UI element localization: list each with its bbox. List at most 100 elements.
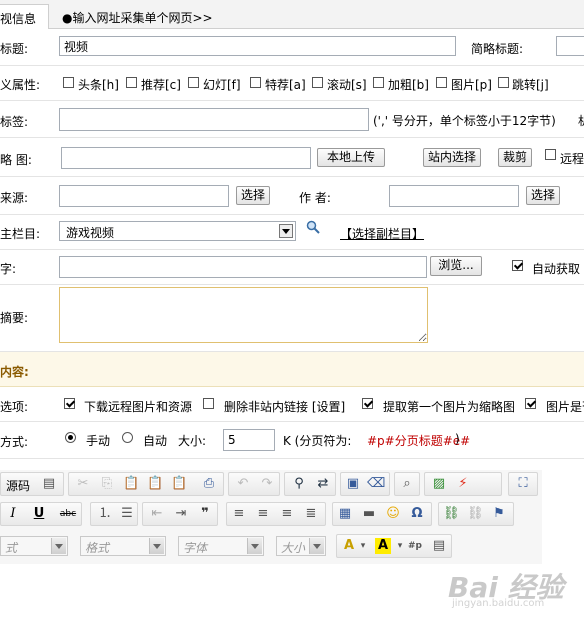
eraser-icon[interactable]: ⌫: [367, 476, 385, 492]
column-dropdown-arrow[interactable]: [279, 224, 293, 238]
copy-icon[interactable]: ⎘: [99, 476, 115, 492]
special-char-icon[interactable]: Ω: [409, 506, 425, 522]
remote-label: 远程: [560, 152, 584, 166]
align-right-icon[interactable]: ≡: [279, 506, 295, 522]
paste-word-icon[interactable]: 📋: [171, 476, 187, 492]
italic-icon[interactable]: I: [5, 506, 21, 522]
thumbnail-input[interactable]: [61, 147, 311, 169]
author-input[interactable]: [389, 185, 519, 207]
source-label: 来源:: [0, 191, 29, 205]
column-row: 主栏目: 游戏视频 【选择副栏目】: [0, 215, 584, 250]
source-input[interactable]: [59, 185, 229, 207]
numbered-list-icon[interactable]: ⒈: [97, 506, 113, 522]
paging-label: 方式:: [0, 435, 29, 449]
flag-slide-checkbox[interactable]: [188, 77, 199, 88]
image-icon[interactable]: ▨: [431, 476, 447, 492]
source-button[interactable]: 源码: [6, 477, 30, 494]
toolbar-group-insert: ▦ ▬ ☺ Ω: [332, 502, 432, 526]
chevron-down-icon[interactable]: ▾: [355, 538, 371, 554]
content-label: 内容:: [0, 365, 29, 379]
paging-manual-radio[interactable]: [65, 432, 76, 443]
table-icon[interactable]: ▦: [337, 506, 353, 522]
image-option-label: 图片是否: [546, 400, 584, 414]
flag-scroll-checkbox[interactable]: [312, 77, 323, 88]
download-remote-checkbox[interactable]: [64, 398, 75, 409]
maximize-icon[interactable]: ⛶: [515, 476, 531, 492]
chevron-down-icon: [282, 229, 290, 234]
toolbar-group-clipboard: ✂ ⎘ 📋 📋 📋 ⎙: [68, 472, 224, 496]
cut-icon[interactable]: ✂: [75, 476, 91, 492]
short-title-input[interactable]: [556, 36, 584, 56]
align-left-icon[interactable]: ≡: [231, 506, 247, 522]
image-option-checkbox[interactable]: [525, 398, 536, 409]
attribute-label: 义属性:: [0, 78, 41, 92]
auto-get-checkbox[interactable]: [512, 260, 523, 271]
paging-size-input[interactable]: [223, 429, 275, 451]
local-upload-button[interactable]: 本地上传: [317, 148, 385, 167]
flag-special-checkbox[interactable]: [250, 77, 261, 88]
remote-checkbox[interactable]: [545, 149, 556, 160]
align-justify-icon[interactable]: ≣: [303, 506, 319, 522]
flag-bold-checkbox[interactable]: [373, 77, 384, 88]
page-break-icon[interactable]: #p: [405, 538, 425, 554]
tab-video-info-label: 视信息: [0, 12, 37, 26]
browse-button[interactable]: 浏览...: [430, 256, 482, 276]
link-icon[interactable]: ⛓: [443, 506, 460, 522]
tags-input[interactable]: [59, 108, 369, 131]
outdent-icon[interactable]: ⇤: [149, 506, 165, 522]
redo-icon[interactable]: ↷: [259, 476, 275, 492]
size-dropdown[interactable]: 大小: [276, 536, 326, 556]
search-icon[interactable]: [306, 220, 320, 234]
keyword-input[interactable]: [59, 256, 427, 278]
template-icon[interactable]: ▤: [41, 476, 57, 492]
bg-color-icon[interactable]: A: [375, 538, 391, 554]
code-icon[interactable]: ▤: [431, 538, 447, 554]
source-select-button[interactable]: 选择: [236, 186, 270, 205]
unlink-icon[interactable]: ⛓: [467, 506, 484, 522]
remove-links-checkbox[interactable]: [203, 398, 214, 409]
smiley-icon[interactable]: ☺: [385, 506, 401, 522]
toolbar-group-colors: A ▾ A ▾ #p ▤: [336, 534, 452, 558]
bullet-list-icon[interactable]: ☰: [119, 506, 135, 522]
size-placeholder: 大小: [281, 541, 306, 555]
flash-icon[interactable]: ⚡: [455, 476, 471, 492]
preview-icon[interactable]: ⌕: [399, 476, 415, 492]
paste-text-icon[interactable]: 📋: [147, 476, 163, 492]
baidu-watermark-url: jingyan.baidu.com: [452, 598, 545, 609]
undo-icon[interactable]: ↶: [235, 476, 251, 492]
indent-icon[interactable]: ⇥: [173, 506, 189, 522]
horizontal-rule-icon[interactable]: ▬: [361, 506, 377, 522]
tab-collect-url[interactable]: ●输入网址采集单个网页>>: [62, 9, 213, 26]
paste-icon[interactable]: 📋: [123, 476, 139, 492]
style-placeholder: 式: [5, 541, 18, 555]
author-select-button[interactable]: 选择: [526, 186, 560, 205]
select-all-icon[interactable]: ▣: [345, 476, 361, 492]
title-input[interactable]: [59, 36, 456, 56]
flag-recommend-checkbox[interactable]: [126, 77, 137, 88]
tab-video-info[interactable]: 视信息: [0, 4, 49, 29]
anchor-flag-icon[interactable]: ⚑: [491, 506, 507, 522]
keyword-label: 字:: [0, 262, 17, 276]
find-icon[interactable]: ⚲: [291, 476, 307, 492]
blockquote-icon[interactable]: ❞: [197, 506, 213, 522]
paging-auto-radio[interactable]: [122, 432, 133, 443]
strike-icon[interactable]: abc: [57, 506, 79, 522]
flag-picture-checkbox[interactable]: [436, 77, 447, 88]
flag-jump-checkbox[interactable]: [498, 77, 509, 88]
summary-textarea[interactable]: [59, 287, 428, 343]
replace-icon[interactable]: ⇄: [315, 476, 331, 492]
summary-row: 摘要:: [0, 285, 584, 352]
column-select[interactable]: 游戏视频: [59, 221, 296, 241]
font-dropdown[interactable]: 字体: [178, 536, 264, 556]
style-dropdown[interactable]: 式: [0, 536, 68, 556]
format-dropdown[interactable]: 格式: [80, 536, 166, 556]
site-select-button[interactable]: 站内选择: [423, 148, 481, 167]
print-icon[interactable]: ⎙: [201, 476, 217, 492]
underline-icon[interactable]: U: [31, 506, 47, 522]
select-sub-column-link[interactable]: 【选择副栏目】: [340, 225, 424, 242]
first-image-thumb-checkbox[interactable]: [362, 398, 373, 409]
flag-headline-checkbox[interactable]: [63, 77, 74, 88]
align-center-icon[interactable]: ≡: [255, 506, 271, 522]
tags-row: 标签: (',' 号分开，单个标签小于12字节) 机: [0, 101, 584, 138]
crop-button[interactable]: 裁剪: [498, 148, 532, 167]
